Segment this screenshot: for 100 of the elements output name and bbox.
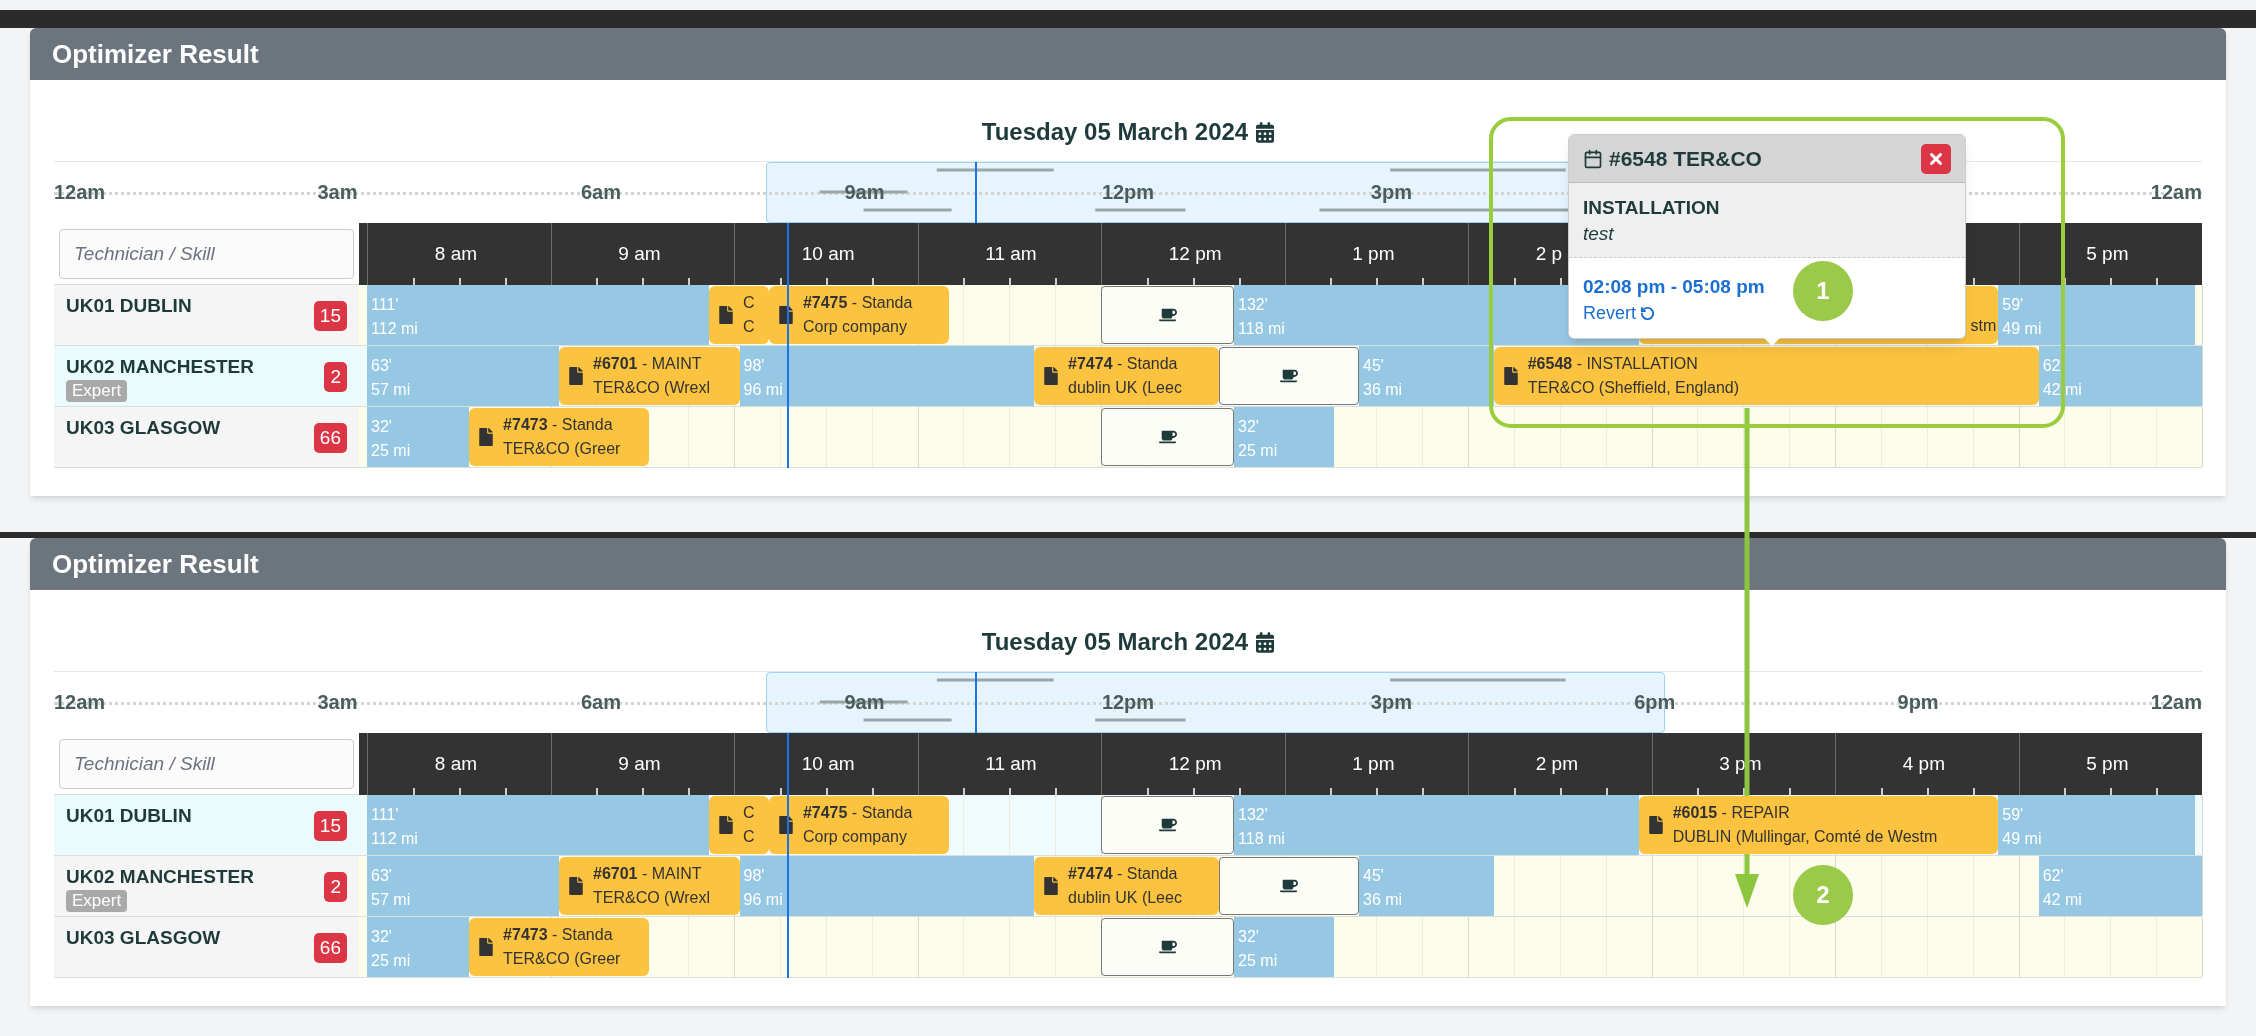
job-card[interactable]: #7473 - Standa TER&CO (Greer [469, 918, 650, 976]
hour-label: 5 pm [2086, 751, 2129, 776]
travel-duration: 32' [1238, 417, 1259, 437]
document-icon [719, 306, 734, 324]
break-block[interactable] [1101, 408, 1235, 466]
date-heading: Tuesday 05 March 2024 [981, 627, 1249, 657]
travel-duration: 59' [2002, 295, 2024, 315]
document-icon [569, 877, 583, 895]
job-card[interactable]: #6701 - MAINT TER&CO (Wrexl [559, 857, 740, 915]
job-count-badge: 15 [313, 811, 347, 841]
undo-icon [1640, 305, 1655, 321]
coffee-icon [1280, 878, 1298, 894]
job-title: #7475 - Standa [802, 803, 913, 823]
job-card[interactable]: #7475 - Standa Corp company [768, 286, 949, 344]
job-title: C [743, 293, 755, 313]
revert-link[interactable]: Revert [1583, 300, 1655, 326]
job-count-badge: 15 [313, 301, 347, 331]
break-block[interactable] [1219, 857, 1359, 915]
break-block[interactable] [1101, 796, 1235, 854]
break-block[interactable] [1219, 347, 1359, 405]
travel-distance: 36 mi [1363, 380, 1403, 400]
search-field[interactable]: Technician / Skill [59, 738, 354, 789]
job-card[interactable]: #6015 - REPAIR DUBLIN (Mullingar, Comté de Westm [1638, 796, 1999, 854]
technician-row[interactable]: UK01 DUBLIN 15 [54, 285, 359, 346]
hour-label: 8 am [434, 241, 478, 266]
travel-distance: 25 mi [1238, 951, 1278, 971]
overview-time-label: 12pm [1101, 180, 1155, 204]
travel-duration: 59' [2002, 805, 2024, 825]
job-card[interactable]: #6548 - INSTALLATION TER&CO (Sheffield, England) [1493, 347, 2039, 405]
job-card[interactable]: #7474 - Standa dublin UK (Leec [1034, 347, 1219, 405]
job-card[interactable]: #7474 - Standa dublin UK (Leec [1034, 857, 1219, 915]
job-location: stm [1970, 316, 1997, 336]
technician-name: UK02 MANCHESTER [66, 866, 254, 888]
hour-label: 11 am [985, 751, 1037, 776]
travel-distance: 96 mi [743, 890, 783, 910]
job-location: dublin UK (Leec [1068, 888, 1182, 908]
job-location: TER&CO (Sheffield, England) [1527, 378, 1740, 398]
travel-duration: 32' [371, 927, 392, 947]
job-note: test [1583, 222, 1614, 246]
travel-distance: 25 mi [1238, 441, 1278, 461]
job-title: #6701 - MAINT [593, 864, 703, 884]
travel-duration: 62' [2042, 866, 2064, 886]
overview-time-label: 3pm [1370, 180, 1412, 204]
travel-duration: 45' [1363, 866, 1384, 886]
job-location: TER&CO (Greer [503, 949, 621, 969]
travel-distance: 42 mi [2042, 380, 2082, 400]
overview-time-label: 12am [54, 180, 106, 204]
travel-duration: 111' [371, 295, 399, 315]
technician-row[interactable]: UK02 MANCHESTER Expert 2 [54, 856, 359, 917]
technician-row[interactable]: UK01 DUBLIN 15 [54, 795, 359, 856]
technician-row[interactable]: UK03 GLASGOW 66 [54, 407, 359, 468]
overview-time-label: 12pm [1101, 690, 1155, 714]
job-card[interactable]: #7475 - Standa Corp company [768, 796, 949, 854]
travel-distance: 49 mi [2002, 319, 2042, 339]
job-title: #7475 - Standa [802, 293, 913, 313]
coffee-icon [1158, 939, 1177, 955]
job-card[interactable]: #6701 - MAINT TER&CO (Wrexl [559, 347, 740, 405]
travel-distance: 36 mi [1363, 890, 1403, 910]
search-field[interactable]: Technician / Skill [59, 228, 354, 279]
document-icon [1044, 877, 1059, 895]
break-block[interactable] [1101, 918, 1235, 976]
hour-label: 4 pm [1902, 751, 1945, 776]
overview-time-label: 6am [581, 690, 621, 714]
technician-row[interactable]: UK03 GLASGOW 66 [54, 917, 359, 978]
travel-distance: 57 mi [371, 890, 411, 910]
technician-name: UK03 GLASGOW [66, 417, 221, 439]
close-button[interactable] [1921, 143, 1951, 174]
job-card[interactable]: #7473 - Standa TER&CO (Greer [469, 408, 650, 466]
technician-row[interactable]: UK02 MANCHESTER Expert 2 [54, 346, 359, 407]
popover-title: #6548 TER&CO [1609, 145, 1762, 172]
dialog-title: Optimizer Result [52, 547, 259, 581]
job-card[interactable]: C C [709, 796, 769, 854]
hour-label: 2 p [1535, 241, 1563, 266]
travel-duration: 98' [743, 356, 765, 376]
document-icon [1044, 367, 1059, 385]
technician-name: UK01 DUBLIN [66, 805, 192, 827]
travel-distance: 25 mi [371, 441, 411, 461]
document-icon [778, 306, 793, 324]
job-title: #6015 - REPAIR [1672, 803, 1791, 823]
travel-distance: 49 mi [2002, 829, 2042, 849]
overview-time-label: 12am [54, 690, 106, 714]
technician-name: UK02 MANCHESTER [66, 356, 254, 378]
job-title: #6548 - INSTALLATION [1527, 354, 1699, 374]
current-time-line [974, 162, 977, 223]
overview-time-label: 9pm [1897, 690, 1939, 714]
travel-duration: 132' [1238, 295, 1268, 315]
job-title: C [743, 803, 755, 823]
calendar-icon[interactable] [1256, 631, 1275, 653]
travel-distance: 96 mi [743, 380, 783, 400]
job-card[interactable]: C C [709, 286, 769, 344]
document-icon [1503, 367, 1518, 385]
overview-time-label: 12am [2150, 690, 2202, 714]
calendar-icon [1583, 148, 1603, 169]
travel-duration: 111' [371, 805, 399, 825]
travel-duration: 98' [743, 866, 765, 886]
job-count-badge: 66 [313, 423, 347, 453]
break-block[interactable] [1101, 286, 1235, 344]
travel-distance: 42 mi [2042, 890, 2082, 910]
job-location: Corp company [802, 317, 908, 337]
calendar-icon[interactable] [1256, 121, 1275, 143]
